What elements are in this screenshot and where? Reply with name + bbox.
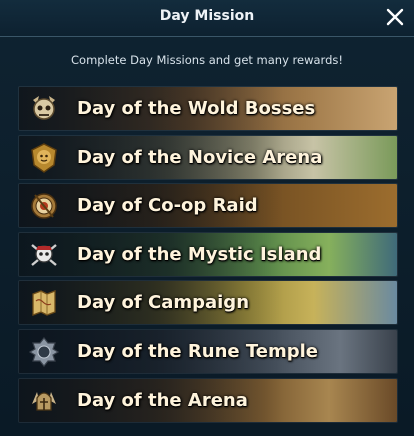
mission-label: Day of the Mystic Island — [77, 243, 322, 265]
mission-label: Day of the Arena — [77, 389, 248, 411]
boss-skull-icon — [27, 92, 61, 126]
mission-row-arena[interactable]: Day of the Arena — [18, 377, 398, 423]
rune-gem-icon — [27, 335, 61, 369]
close-icon — [386, 8, 404, 26]
close-button[interactable] — [382, 4, 408, 30]
mission-label: Day of Co-op Raid — [77, 195, 258, 217]
mission-list: Day of the Wold Bosses Day of the Novice… — [18, 86, 398, 426]
mission-subtitle: Complete Day Missions and get many rewar… — [71, 53, 343, 67]
arena-helmet-icon — [27, 384, 61, 418]
pirate-skull-icon — [27, 238, 61, 272]
mission-row-novice-arena[interactable]: Day of the Novice Arena — [18, 134, 398, 180]
map-scroll-icon — [27, 286, 61, 320]
mission-label: Day of the Wold Bosses — [77, 98, 316, 119]
day-mission-window: Day Mission Complete Day Missions and ge… — [0, 0, 414, 436]
window-header: Day Mission — [0, 0, 414, 37]
mission-row-coop-raid[interactable]: Day of Co-op Raid — [18, 183, 398, 229]
mission-label: Day of the Novice Arena — [77, 146, 323, 168]
mission-row-campaign[interactable]: Day of Campaign — [18, 280, 398, 326]
lion-crest-icon — [27, 141, 61, 175]
shield-target-icon — [27, 189, 61, 223]
mission-row-mystic-island[interactable]: Day of the Mystic Island — [18, 231, 398, 277]
mission-label: Day of Campaign — [77, 292, 250, 314]
mission-row-world-bosses[interactable]: Day of the Wold Bosses — [18, 86, 398, 131]
window-title: Day Mission — [159, 8, 255, 24]
mission-row-rune-temple[interactable]: Day of the Rune Temple — [18, 328, 398, 374]
mission-label: Day of the Rune Temple — [77, 340, 318, 362]
